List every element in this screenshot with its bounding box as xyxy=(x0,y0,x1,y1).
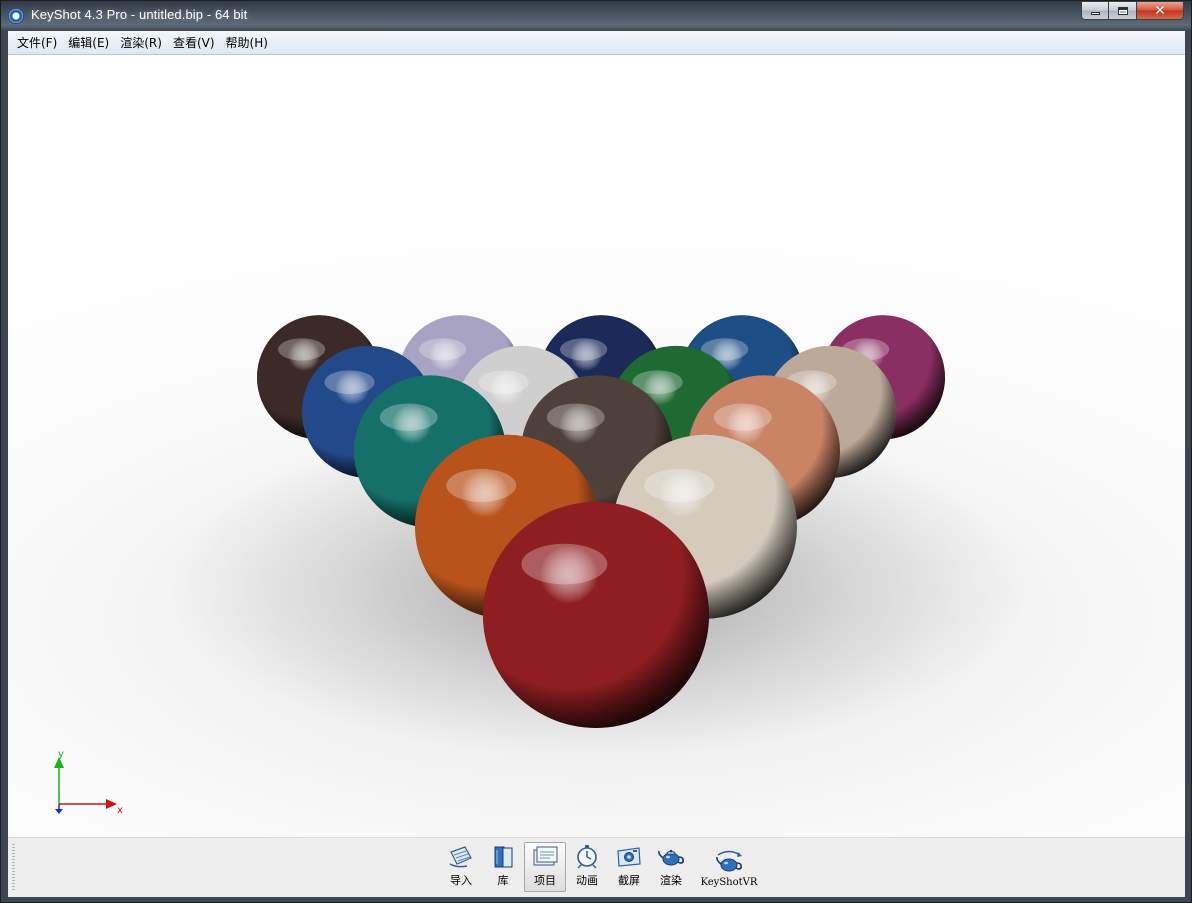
menu-render[interactable]: 渲染(R) xyxy=(115,33,167,53)
billiard-ball-highlight xyxy=(478,370,529,395)
import-button-label: 导入 xyxy=(450,874,472,887)
screenshot-button-label: 截屏 xyxy=(618,874,640,887)
screenshot-button[interactable]: 截屏 xyxy=(608,842,650,892)
render-button[interactable]: 渲染 xyxy=(650,842,692,892)
project-icon xyxy=(533,846,558,866)
keyshotvr-button-label: KeyShotVR xyxy=(700,877,758,888)
import-button[interactable]: 导入 xyxy=(440,842,482,892)
billiard-ball-shading xyxy=(483,501,709,728)
maximize-button[interactable] xyxy=(1109,1,1137,20)
animation-icon xyxy=(577,845,597,869)
toolbar-buttons: 导入 库 项目 动画 截屏 渲染 KeyShotVR xyxy=(440,842,762,894)
maximize-icon xyxy=(1117,6,1128,15)
library-icon xyxy=(494,846,513,868)
keyshot-app-icon[interactable] xyxy=(8,8,24,24)
minimize-icon xyxy=(1090,12,1100,15)
billiard-ball-highlight xyxy=(546,403,605,431)
import-icon xyxy=(449,846,472,868)
menu-bar: 文件(F) 编辑(E) 渲染(R) 查看(V) 帮助(H) xyxy=(8,31,1185,55)
application-window: KeyShot 4.3 Pro - untitled.bip - 64 bit … xyxy=(0,0,1192,903)
billiard-ball-highlight xyxy=(644,468,715,502)
billiard-ball-highlight xyxy=(521,543,608,585)
axis-x-label: x xyxy=(117,805,123,816)
library-button[interactable]: 库 xyxy=(482,842,524,892)
client-area: 文件(F) 编辑(E) 渲染(R) 查看(V) 帮助(H) y x 导入 库 项… xyxy=(8,31,1185,897)
billiard-ball-highlight xyxy=(713,403,772,431)
menu-help[interactable]: 帮助(H) xyxy=(221,33,273,53)
menu-view[interactable]: 查看(V) xyxy=(168,33,220,53)
keyshotvr-icon xyxy=(716,850,742,872)
animation-button-label: 动画 xyxy=(576,874,598,887)
billiard-balls-scene xyxy=(168,315,1028,756)
close-button[interactable]: ✕ xyxy=(1137,1,1184,20)
window-controls: ✕ xyxy=(1081,1,1184,21)
billiard-ball-highlight xyxy=(560,338,608,361)
bottom-toolbar: 导入 库 项目 动画 截屏 渲染 KeyShotVR xyxy=(8,837,1185,897)
library-button-label: 库 xyxy=(497,874,509,887)
billiard-ball-highlight xyxy=(446,468,517,502)
window-title: KeyShot 4.3 Pro - untitled.bip - 64 bit xyxy=(31,7,248,22)
screenshot-icon xyxy=(617,847,641,867)
render-button-label: 渲染 xyxy=(660,874,682,887)
axis-gizmo: y x xyxy=(48,744,138,816)
axis-y-label: y xyxy=(58,749,64,760)
menu-edit[interactable]: 编辑(E) xyxy=(63,33,114,53)
animation-button[interactable]: 动画 xyxy=(566,842,608,892)
toolbar-grip[interactable] xyxy=(12,844,15,892)
billiard-ball-highlight xyxy=(419,338,467,361)
menu-file[interactable]: 文件(F) xyxy=(12,33,62,53)
minimize-button[interactable] xyxy=(1081,1,1109,20)
keyshotvr-button[interactable]: KeyShotVR xyxy=(696,842,762,892)
billiard-ball-highlight xyxy=(379,403,438,431)
render-teapot-icon xyxy=(658,849,684,866)
render-viewport[interactable]: y x xyxy=(8,56,1185,837)
close-icon: ✕ xyxy=(1154,2,1166,19)
billiard-ball-highlight xyxy=(278,338,326,361)
project-button[interactable]: 项目 xyxy=(524,842,566,892)
title-bar[interactable]: KeyShot 4.3 Pro - untitled.bip - 64 bit … xyxy=(1,1,1191,31)
billiard-ball-highlight xyxy=(324,370,375,395)
project-button-label: 项目 xyxy=(534,874,556,887)
